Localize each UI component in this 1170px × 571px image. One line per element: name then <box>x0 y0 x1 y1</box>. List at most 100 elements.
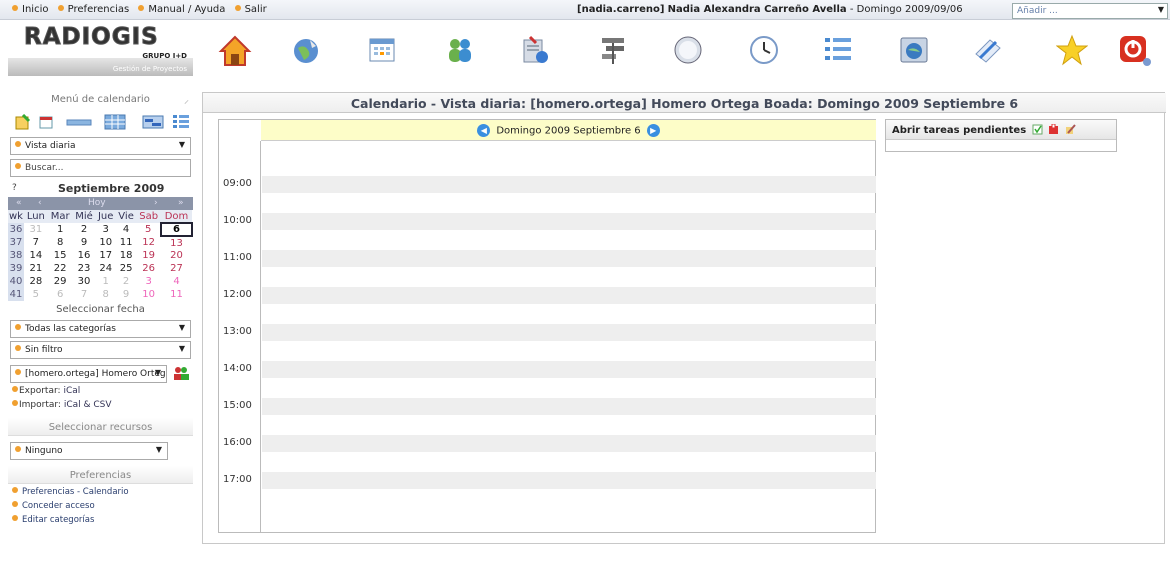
calendar-day[interactable]: 5 <box>136 223 161 236</box>
today-button[interactable]: Hoy <box>88 198 106 208</box>
calendar-icon[interactable] <box>368 36 396 64</box>
calendar-day[interactable]: 6 <box>48 288 73 301</box>
import-link[interactable]: Importar: iCal & CSV <box>8 400 193 414</box>
globe-icon[interactable] <box>290 34 322 66</box>
owner-select[interactable]: [homero.ortega] Homero Orteg ▼ <box>10 365 167 383</box>
infolog-icon[interactable] <box>520 34 550 66</box>
week-number[interactable]: 40 <box>8 275 24 288</box>
task-list-icon[interactable] <box>1032 124 1043 135</box>
calendar-day[interactable]: 15 <box>48 249 73 262</box>
next-month-button[interactable]: › <box>154 198 158 208</box>
calendar-day[interactable]: 3 <box>96 223 116 236</box>
prev-day-button[interactable]: ◀ <box>477 124 491 137</box>
browser-icon[interactable] <box>898 34 930 66</box>
calendar-day[interactable]: 11 <box>161 288 192 301</box>
timesheet-icon[interactable] <box>748 34 780 66</box>
calendar-day[interactable]: 26 <box>136 262 161 275</box>
calendar-day[interactable]: 11 <box>116 236 136 249</box>
calendar-day[interactable]: 8 <box>96 288 116 301</box>
time-slot[interactable] <box>262 435 876 452</box>
next-day-button[interactable]: ▶ <box>646 124 660 137</box>
time-slot[interactable] <box>262 361 876 378</box>
week-number[interactable]: 39 <box>8 262 24 275</box>
logout-icon[interactable] <box>1118 34 1152 68</box>
calendar-day[interactable]: 4 <box>161 275 192 288</box>
week-number[interactable]: 41 <box>8 288 24 301</box>
calendar-day[interactable]: 22 <box>48 262 73 275</box>
calendar-day[interactable]: 23 <box>73 262 96 275</box>
next-year-button[interactable]: » <box>178 198 184 208</box>
calendar-day[interactable]: 2 <box>73 223 96 236</box>
add-task-icon[interactable] <box>1048 123 1059 135</box>
calendar-day[interactable]: 12 <box>136 236 161 249</box>
category-select[interactable]: Todas las categorías ▼ <box>10 320 191 338</box>
time-label[interactable]: 11:00 <box>223 252 252 263</box>
nav-inicio[interactable]: Inicio <box>12 4 51 15</box>
time-label[interactable]: 10:00 <box>223 215 252 226</box>
time-slot[interactable] <box>262 324 876 341</box>
grant-access-link[interactable]: Conceder acceso <box>8 501 193 515</box>
edit-categories-link[interactable]: Editar categorías <box>8 515 193 529</box>
calendar-day[interactable]: 18 <box>116 249 136 262</box>
calendar-day[interactable]: 4 <box>116 223 136 236</box>
week-number[interactable]: 37 <box>8 236 24 249</box>
time-label[interactable]: 09:00 <box>223 178 252 189</box>
time-slot[interactable] <box>262 472 876 489</box>
resize-corner-icon[interactable]: ⸝ <box>184 92 189 106</box>
month-view-icon[interactable] <box>104 114 126 130</box>
planner-view-icon[interactable] <box>142 114 164 130</box>
time-slot[interactable] <box>262 250 876 267</box>
search-input[interactable]: Buscar... <box>10 159 191 177</box>
calendar-day[interactable]: 14 <box>24 249 48 262</box>
export-link[interactable]: Exportar: iCal <box>8 386 193 400</box>
week-number[interactable]: 38 <box>8 249 24 262</box>
calendar-day[interactable]: 10 <box>136 288 161 301</box>
calendar-day[interactable]: 20 <box>161 249 192 262</box>
notes-icon[interactable] <box>972 34 1004 66</box>
addressbook-icon[interactable] <box>444 34 476 66</box>
calendar-day[interactable]: 8 <box>48 236 73 249</box>
day-view-icon[interactable] <box>38 114 56 130</box>
calendar-day[interactable]: 13 <box>161 236 192 249</box>
calendar-day[interactable]: 21 <box>24 262 48 275</box>
home-icon[interactable] <box>218 34 252 68</box>
calendar-day[interactable]: 5 <box>24 288 48 301</box>
calendar-day-today[interactable]: 6 <box>160 222 193 237</box>
calendar-help[interactable]: ? <box>12 183 17 193</box>
time-label[interactable]: 13:00 <box>223 326 252 337</box>
calendar-day[interactable]: 9 <box>73 236 96 249</box>
calendar-day[interactable]: 1 <box>48 223 73 236</box>
add-event-icon[interactable] <box>14 113 32 130</box>
time-slot[interactable] <box>262 287 876 304</box>
nav-salir[interactable]: Salir <box>234 4 270 15</box>
list-view-icon[interactable] <box>172 114 190 130</box>
projects-icon[interactable] <box>598 34 628 66</box>
calendar-day[interactable]: 29 <box>48 275 73 288</box>
list-icon[interactable] <box>822 34 854 66</box>
calendar-day[interactable]: 7 <box>73 288 96 301</box>
view-select[interactable]: Vista diaria ▼ <box>10 137 191 155</box>
calendar-day[interactable]: 28 <box>24 275 48 288</box>
calendar-day[interactable]: 7 <box>24 236 48 249</box>
time-slot[interactable] <box>262 176 876 193</box>
calendar-day[interactable]: 27 <box>161 262 192 275</box>
users-icon[interactable] <box>172 365 190 384</box>
week-number[interactable]: 36 <box>8 223 24 236</box>
resources-select[interactable]: Ninguno ▼ <box>10 442 168 460</box>
nav-manual[interactable]: Manual / Ayuda <box>138 4 228 15</box>
calendar-day[interactable]: 25 <box>116 262 136 275</box>
prev-month-button[interactable]: ‹ <box>38 198 42 208</box>
time-label[interactable]: 15:00 <box>223 400 252 411</box>
time-label[interactable]: 16:00 <box>223 437 252 448</box>
calendar-day[interactable]: 9 <box>116 288 136 301</box>
calendar-day[interactable]: 10 <box>96 236 116 249</box>
time-label[interactable]: 14:00 <box>223 363 252 374</box>
compass-icon[interactable] <box>672 34 704 66</box>
time-slot[interactable] <box>262 398 876 415</box>
calendar-day[interactable]: 31 <box>24 223 48 236</box>
calendar-day[interactable]: 3 <box>136 275 161 288</box>
star-icon[interactable] <box>1055 34 1089 66</box>
time-label[interactable]: 12:00 <box>223 289 252 300</box>
calendar-day[interactable]: 24 <box>96 262 116 275</box>
edit-task-icon[interactable] <box>1065 124 1076 135</box>
